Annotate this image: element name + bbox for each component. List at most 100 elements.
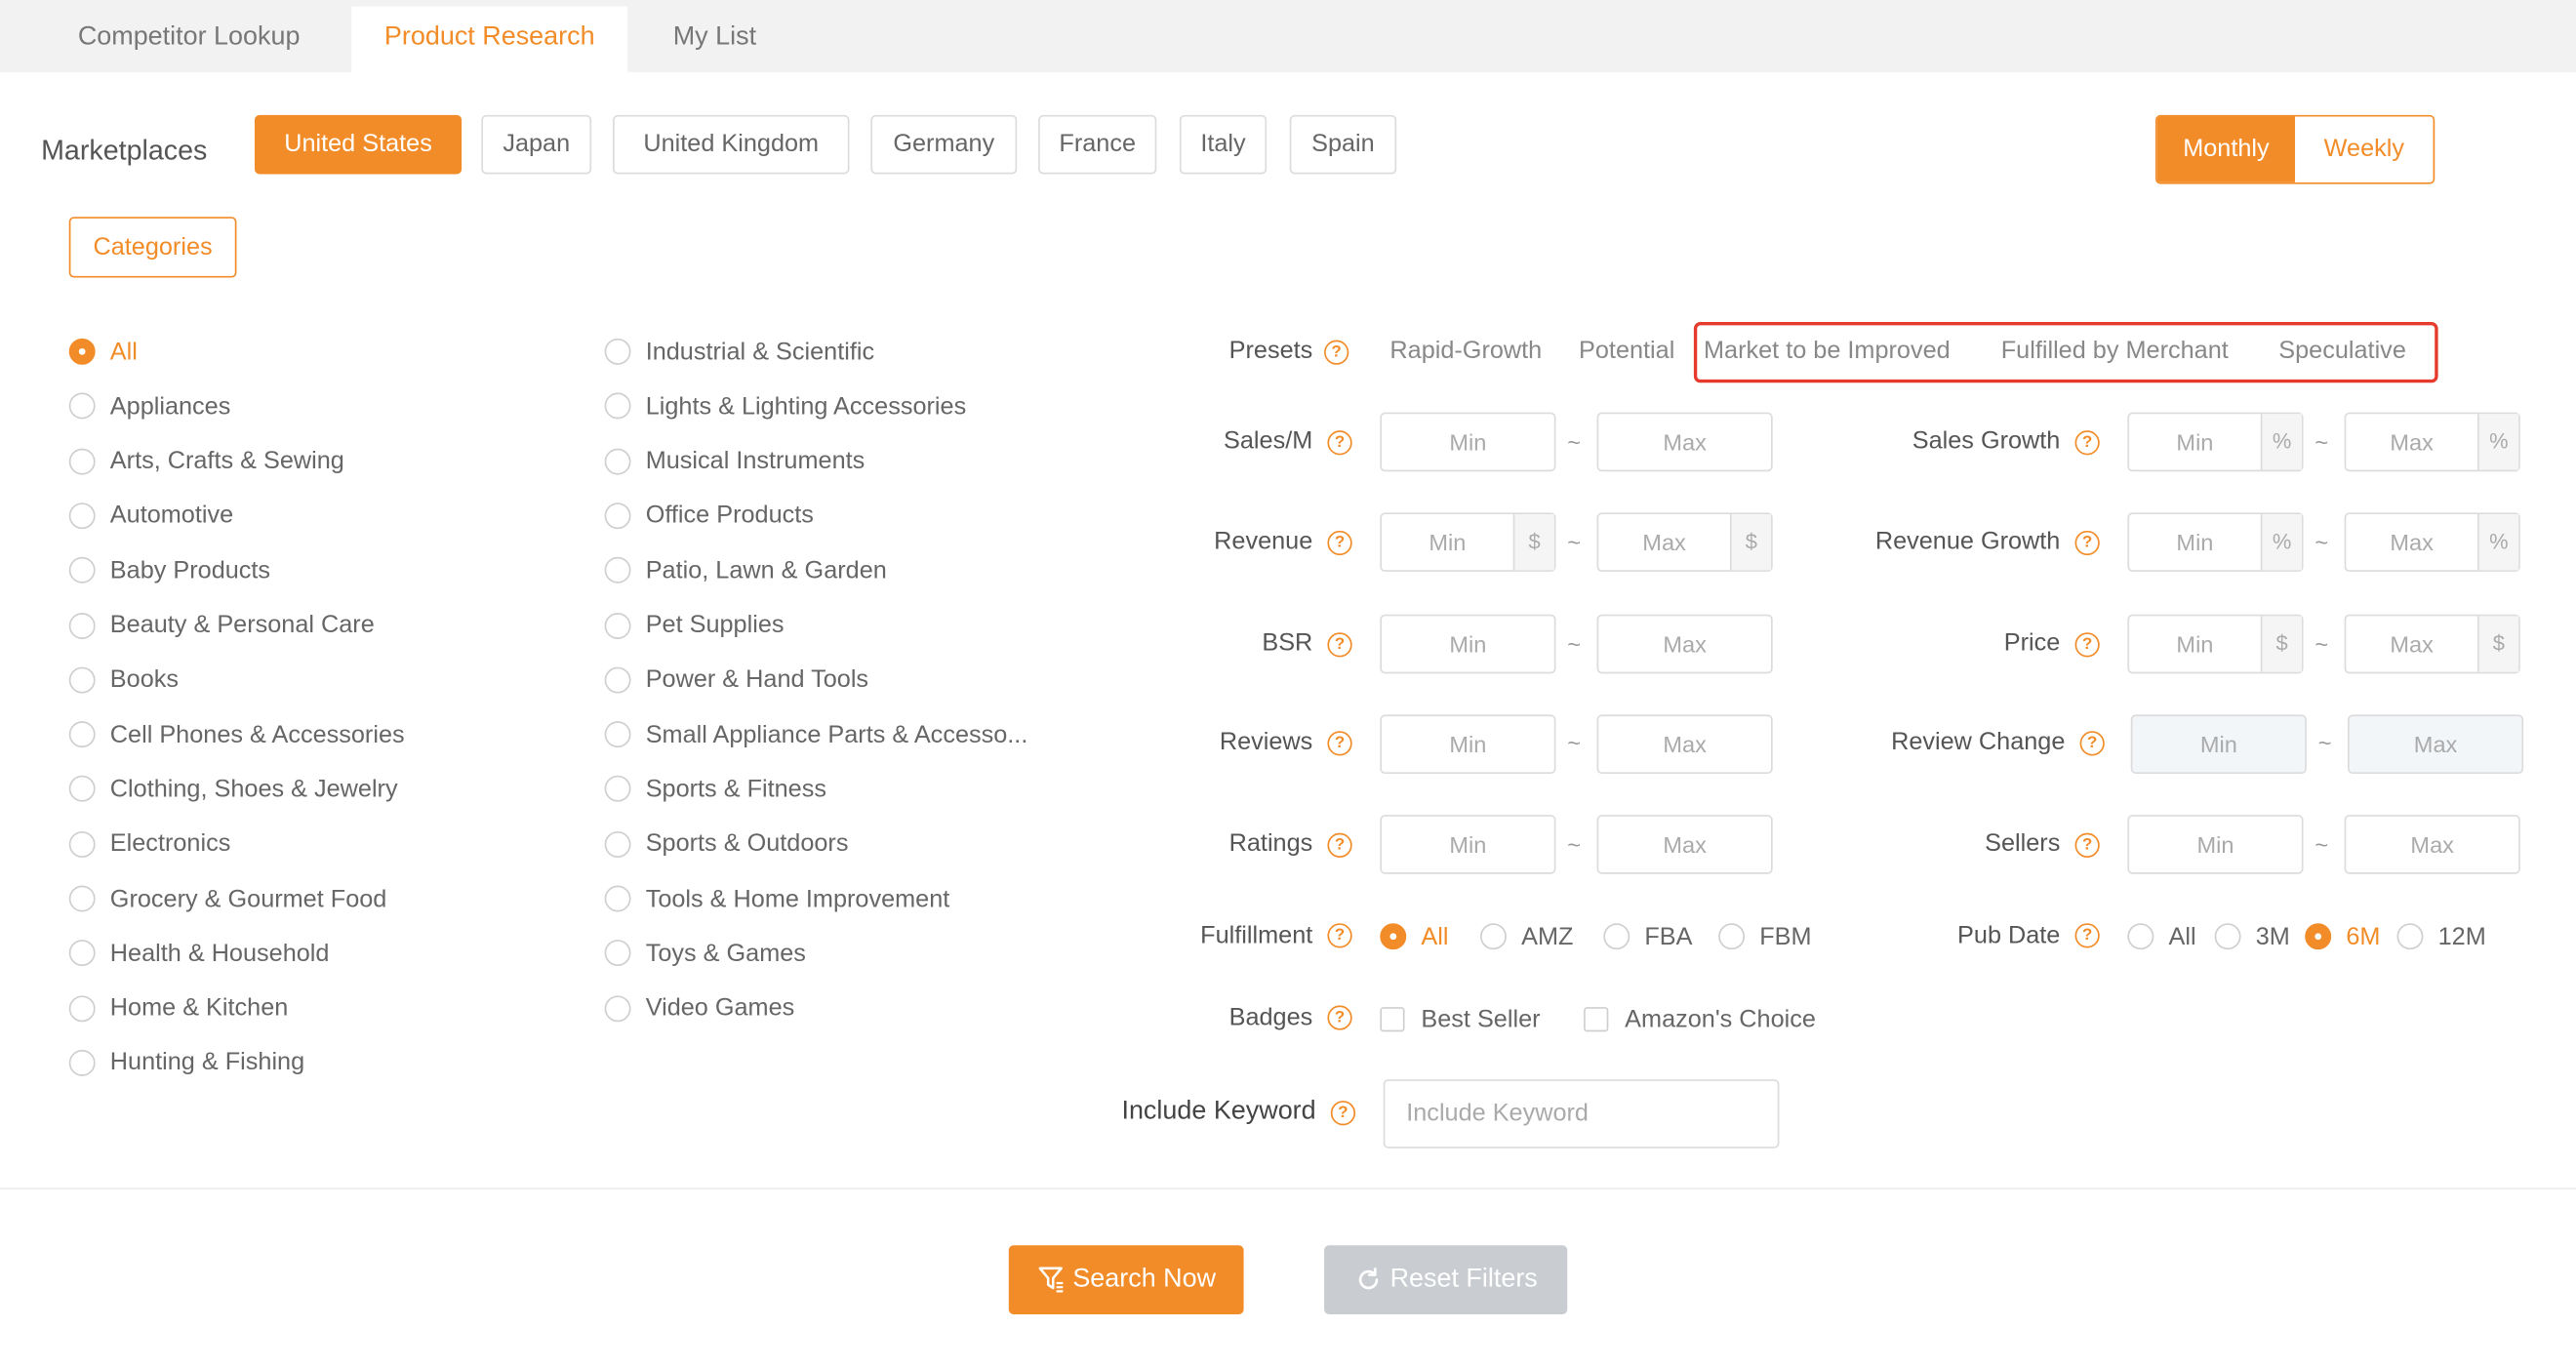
revenue-label: Revenue: [1214, 527, 1313, 556]
category-option[interactable]: Books: [68, 662, 179, 698]
category-option[interactable]: Pet Supplies: [604, 607, 785, 643]
marketplace-united-kingdom[interactable]: United Kingdom: [613, 114, 850, 175]
category-option[interactable]: Clothing, Shoes & Jewelry: [68, 771, 398, 807]
category-option[interactable]: Home & Kitchen: [68, 990, 288, 1026]
reviews-help-icon[interactable]: ?: [1327, 731, 1352, 756]
marketplace-japan[interactable]: Japan: [481, 114, 592, 175]
radio-icon: [604, 721, 631, 748]
reset-filters-button[interactable]: Reset Filters: [1324, 1245, 1568, 1314]
monthly-button[interactable]: Monthly: [2156, 116, 2296, 182]
category-option[interactable]: Health & Household: [68, 936, 329, 972]
pub-date-6m-option[interactable]: 6M: [2305, 918, 2380, 954]
category-option[interactable]: Hunting & Fishing: [68, 1045, 305, 1081]
fulfillment-label: Fulfillment: [1200, 921, 1313, 950]
pub-date-12m-option[interactable]: 12M: [2396, 918, 2486, 954]
category-option[interactable]: Small Appliance Parts & Accesso...: [604, 716, 1027, 752]
category-option[interactable]: Power & Hand Tools: [604, 662, 868, 698]
ratings-max-input[interactable]: Max: [1596, 815, 1773, 874]
ratings-min-input[interactable]: Min: [1380, 815, 1556, 874]
sales-m-max-input[interactable]: Max: [1596, 412, 1773, 472]
category-option[interactable]: Sports & Outdoors: [604, 825, 848, 862]
bsr-min-input[interactable]: Min: [1380, 614, 1556, 674]
category-option[interactable]: All: [68, 334, 138, 370]
sales-m-help-icon[interactable]: ?: [1327, 430, 1352, 456]
badge-amazons-choice-checkbox[interactable]: Amazon's Choice: [1584, 1002, 1816, 1035]
radio-icon: [604, 612, 631, 639]
sales-m-min-input[interactable]: Min: [1380, 412, 1556, 472]
category-option[interactable]: Electronics: [68, 825, 230, 862]
revenue-growth-help-icon[interactable]: ?: [2074, 530, 2100, 556]
price-label: Price: [2003, 628, 2061, 658]
marketplace-spain[interactable]: Spain: [1289, 114, 1397, 175]
review-change-help-icon[interactable]: ?: [2079, 731, 2105, 756]
reviews-max-input[interactable]: Max: [1596, 714, 1773, 775]
fulfillment-all-option[interactable]: All: [1380, 918, 1448, 954]
category-option[interactable]: Baby Products: [68, 552, 270, 588]
reviews-min-input[interactable]: Min: [1380, 714, 1556, 775]
categories-button[interactable]: Categories: [68, 217, 237, 278]
sales-growth-max-input[interactable]: Max%: [2344, 412, 2520, 472]
fulfillment-fbm-option[interactable]: FBM: [1718, 918, 1812, 954]
revenue-help-icon[interactable]: ?: [1327, 530, 1352, 556]
price-help-icon[interactable]: ?: [2074, 632, 2100, 658]
category-label: Toys & Games: [645, 939, 806, 968]
badges-help-icon[interactable]: ?: [1327, 1005, 1352, 1030]
pub-date-help-icon[interactable]: ?: [2074, 923, 2100, 948]
search-now-button[interactable]: Search Now: [1008, 1245, 1244, 1314]
include-keyword-input[interactable]: Include Keyword: [1383, 1079, 1780, 1148]
sales-growth-min-input[interactable]: Min%: [2127, 412, 2304, 472]
revenue-min-input[interactable]: Min $: [1380, 512, 1556, 572]
revenue-growth-min-input[interactable]: Min%: [2127, 512, 2304, 572]
tab-my-list[interactable]: My List: [637, 7, 791, 72]
bsr-max-input[interactable]: Max: [1596, 614, 1773, 674]
category-option[interactable]: Video Games: [604, 990, 794, 1026]
marketplace-italy[interactable]: Italy: [1179, 114, 1268, 175]
category-option[interactable]: Toys & Games: [604, 936, 806, 972]
category-option[interactable]: Appliances: [68, 388, 230, 424]
sellers-max-input[interactable]: Max: [2344, 815, 2520, 874]
category-option[interactable]: Sports & Fitness: [604, 771, 826, 807]
marketplaces-label: Marketplaces: [41, 135, 208, 167]
preset-rapid-growth[interactable]: Rapid-Growth: [1389, 337, 1542, 365]
fulfillment-fba-option[interactable]: FBA: [1603, 918, 1693, 954]
category-option[interactable]: Cell Phones & Accessories: [68, 716, 405, 752]
category-option[interactable]: Beauty & Personal Care: [68, 607, 375, 643]
sellers-help-icon[interactable]: ?: [2074, 832, 2100, 858]
weekly-button[interactable]: Weekly: [2295, 116, 2434, 182]
revenue-max-input[interactable]: Max $: [1596, 512, 1773, 572]
sales-growth-help-icon[interactable]: ?: [2074, 430, 2100, 456]
price-min-input[interactable]: Min $: [2127, 614, 2304, 674]
ratings-help-icon[interactable]: ?: [1327, 832, 1352, 858]
category-option[interactable]: Lights & Lighting Accessories: [604, 388, 966, 424]
fulfillment-amz-option[interactable]: AMZ: [1480, 918, 1573, 954]
category-label: Hunting & Fishing: [109, 1048, 305, 1077]
revenue-growth-max-input[interactable]: Max%: [2344, 512, 2520, 572]
badge-best-seller-checkbox[interactable]: Best Seller: [1380, 1002, 1541, 1035]
marketplace-united-states[interactable]: United States: [254, 114, 463, 175]
fulfillment-help-icon[interactable]: ?: [1327, 923, 1352, 948]
marketplace-france[interactable]: France: [1038, 114, 1157, 175]
price-max-input[interactable]: Max $: [2344, 614, 2520, 674]
tab-product-research[interactable]: Product Research: [351, 6, 628, 73]
category-option[interactable]: Industrial & Scientific: [604, 334, 874, 370]
tab-competitor-lookup[interactable]: Competitor Lookup: [36, 7, 342, 72]
radio-icon: [604, 776, 631, 803]
reviews-label: Reviews: [1219, 727, 1313, 756]
ratings-label: Ratings: [1228, 829, 1313, 858]
category-option[interactable]: Tools & Home Improvement: [604, 880, 949, 916]
category-option[interactable]: Patio, Lawn & Garden: [604, 552, 887, 588]
presets-help-icon[interactable]: ?: [1324, 340, 1349, 365]
bsr-help-icon[interactable]: ?: [1327, 632, 1352, 658]
category-option[interactable]: Musical Instruments: [604, 443, 865, 479]
sellers-min-input[interactable]: Min: [2127, 815, 2304, 874]
category-option[interactable]: Office Products: [604, 498, 814, 534]
sales-m-label: Sales/M: [1224, 426, 1313, 456]
category-option[interactable]: Grocery & Gourmet Food: [68, 880, 386, 916]
include-keyword-help-icon[interactable]: ?: [1330, 1101, 1356, 1126]
category-option[interactable]: Automotive: [68, 498, 233, 534]
preset-potential[interactable]: Potential: [1579, 337, 1674, 365]
category-option[interactable]: Arts, Crafts & Sewing: [68, 443, 344, 479]
marketplace-germany[interactable]: Germany: [870, 114, 1018, 175]
pub-date-all-option[interactable]: All: [2127, 918, 2196, 954]
pub-date-3m-option[interactable]: 3M: [2214, 918, 2290, 954]
